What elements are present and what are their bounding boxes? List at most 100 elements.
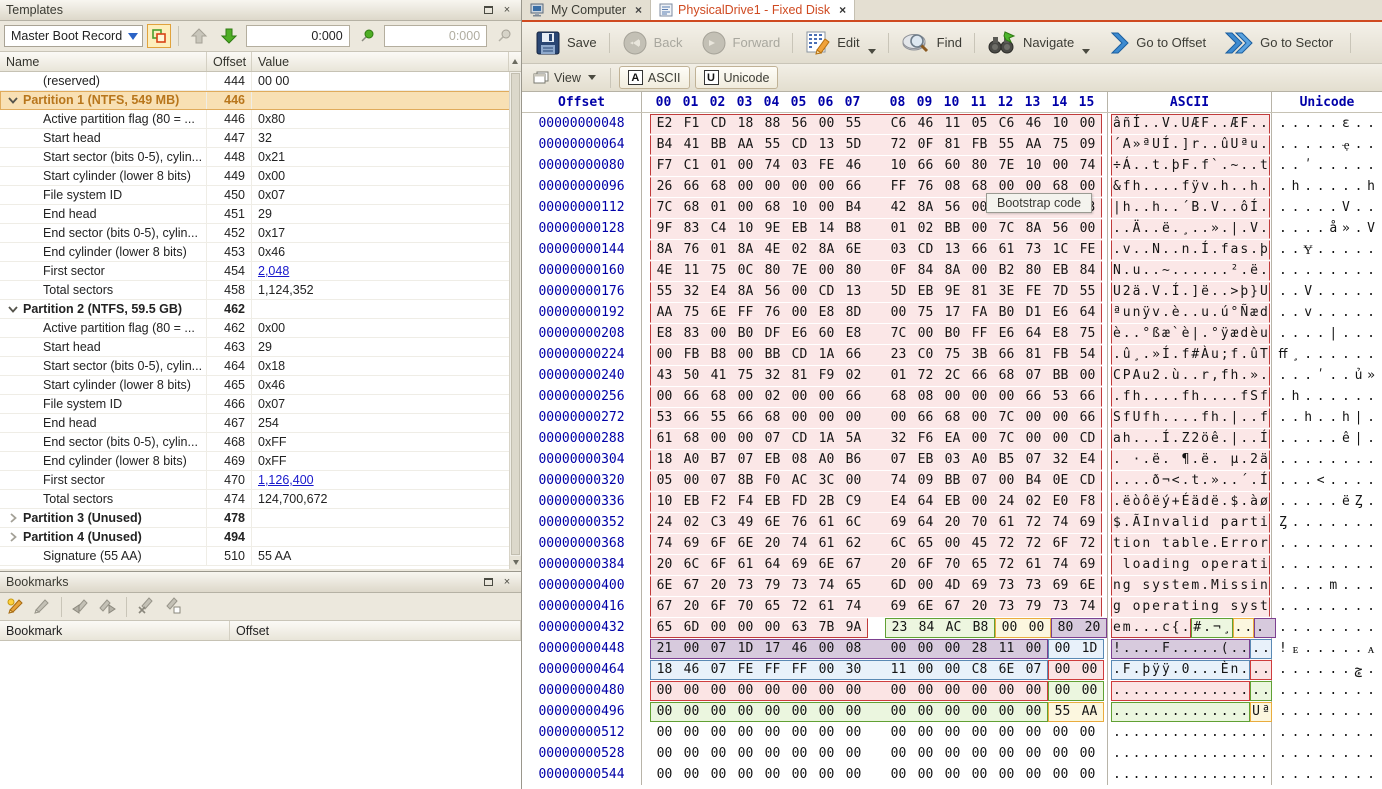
unicode-char[interactable]: .	[1277, 578, 1290, 593]
hex-byte[interactable]: 00	[1047, 725, 1074, 740]
hex-byte[interactable]: 00	[1020, 179, 1047, 194]
hex-byte[interactable]: E8	[813, 305, 840, 320]
unicode-char[interactable]: .	[1327, 641, 1340, 656]
float-panel-icon[interactable]	[480, 3, 496, 18]
ascii-char[interactable]: .	[1249, 242, 1259, 257]
ascii-char[interactable]: .	[1171, 389, 1181, 404]
hex-byte[interactable]: 64	[1074, 305, 1101, 320]
hex-byte[interactable]: 68	[939, 410, 966, 425]
ascii-char[interactable]: 2	[1190, 431, 1200, 446]
unicode-char[interactable]: .	[1365, 116, 1378, 131]
float-panel-icon[interactable]	[480, 575, 496, 590]
ascii-char[interactable]: ú	[1220, 305, 1230, 320]
ascii-char[interactable]: &	[1112, 179, 1122, 194]
hex-byte[interactable]: FF	[885, 179, 912, 194]
ascii-char[interactable]: h	[1132, 389, 1142, 404]
ascii-char[interactable]: .	[1132, 620, 1142, 635]
hex-byte[interactable]: 69	[885, 599, 912, 614]
ascii-char[interactable]: t	[1161, 536, 1171, 551]
hex-byte[interactable]: 00	[966, 704, 993, 719]
hex-byte[interactable]: 67	[651, 599, 678, 614]
ascii-char[interactable]: t	[1112, 536, 1122, 551]
ascii-char[interactable]: .	[1220, 158, 1230, 173]
hex-byte[interactable]: 00	[678, 473, 705, 488]
unicode-char[interactable]: .	[1277, 221, 1290, 236]
unicode-char[interactable]: .	[1289, 158, 1302, 173]
hex-byte[interactable]: EB	[786, 221, 813, 236]
ascii-char[interactable]: ë	[1200, 284, 1210, 299]
ascii-char[interactable]: Í	[1259, 473, 1269, 488]
ascii-char[interactable]: a	[1239, 557, 1249, 572]
hex-byte[interactable]: 75	[732, 368, 759, 383]
hex-byte[interactable]: 6F	[1047, 536, 1074, 551]
hex-byte[interactable]: B0	[732, 326, 759, 341]
unicode-char[interactable]: .	[1340, 473, 1353, 488]
hex-byte[interactable]: 66	[912, 158, 939, 173]
ascii-char[interactable]: ÿ	[1161, 662, 1171, 677]
unicode-char[interactable]: Ɏ	[1302, 242, 1315, 258]
ascii-char[interactable]: .	[1141, 389, 1151, 404]
hex-byte[interactable]: 0F	[912, 137, 939, 152]
hex-byte[interactable]: 1C	[1047, 242, 1074, 257]
unicode-char[interactable]: .	[1314, 767, 1327, 782]
ascii-char[interactable]: F	[1161, 641, 1171, 656]
unicode-char[interactable]: .	[1327, 158, 1340, 173]
unicode-char[interactable]: .	[1302, 221, 1315, 236]
ascii-char[interactable]: f	[1181, 347, 1191, 362]
hex-byte[interactable]: AC	[786, 473, 813, 488]
hex-byte[interactable]: 00	[813, 116, 840, 131]
ascii-char[interactable]: r	[1259, 536, 1269, 551]
hex-byte[interactable]: 46	[678, 662, 705, 677]
hex-byte[interactable]: 80	[966, 158, 993, 173]
hex-byte[interactable]: 00	[786, 746, 813, 761]
unicode-char[interactable]: .	[1302, 578, 1315, 593]
ascii-char[interactable]: .	[1151, 263, 1161, 278]
unicode-char[interactable]: ê	[1340, 431, 1353, 446]
hex-byte[interactable]: 30	[840, 662, 867, 677]
ascii-char[interactable]: |	[1230, 431, 1240, 446]
hex-byte[interactable]: 00	[705, 431, 732, 446]
ascii-char[interactable]: e	[1151, 599, 1161, 614]
hex-byte[interactable]: 55	[840, 116, 867, 131]
ascii-char[interactable]: ,	[1210, 368, 1220, 383]
ascii-char[interactable]: .	[1161, 704, 1171, 719]
ascii-char[interactable]: F	[1200, 116, 1210, 131]
ascii-char[interactable]: V	[1151, 284, 1161, 299]
hex-byte[interactable]: 00	[786, 284, 813, 299]
ascii-char[interactable]: .	[1210, 536, 1220, 551]
ascii-char[interactable]: .	[1122, 326, 1132, 341]
hex-byte[interactable]: 08	[840, 641, 867, 656]
unicode-char[interactable]: .	[1277, 242, 1290, 257]
hex-byte[interactable]: 76	[678, 242, 705, 257]
ascii-char[interactable]: ÿ	[1141, 305, 1151, 320]
hex-byte[interactable]: 00	[939, 704, 966, 719]
ascii-char[interactable]: .	[1112, 452, 1122, 467]
ascii-char[interactable]: ª	[1112, 305, 1122, 320]
hex-byte[interactable]: 68	[678, 431, 705, 446]
template-row[interactable]: Active partition flag (80 = ...4620x00	[0, 319, 521, 338]
ascii-char[interactable]: .	[1161, 683, 1171, 698]
hex-byte[interactable]: 00	[912, 326, 939, 341]
sector-link[interactable]: 1,126,400	[258, 473, 314, 487]
hex-byte[interactable]: 00	[813, 683, 840, 698]
hex-byte[interactable]: 88	[759, 116, 786, 131]
template-row[interactable]: First sector4701,126,400	[0, 471, 521, 490]
hex-byte[interactable]: 00	[786, 704, 813, 719]
hex-byte[interactable]: C4	[705, 221, 732, 236]
ascii-char[interactable]: .	[1190, 704, 1200, 719]
hex-byte[interactable]: FD	[786, 494, 813, 509]
unicode-char[interactable]: .	[1340, 305, 1353, 320]
hex-byte[interactable]: 20	[1079, 620, 1106, 635]
hex-byte[interactable]: 20	[885, 557, 912, 572]
hex-byte[interactable]: 61	[732, 557, 759, 572]
hex-row[interactable]: 00000000208E88300B0DFE660E87C00B0FFE664E…	[522, 323, 1382, 344]
ascii-char[interactable]: Í	[1171, 284, 1181, 299]
hex-byte[interactable]: 3B	[966, 347, 993, 362]
unicode-char[interactable]: .	[1340, 641, 1353, 656]
ascii-char[interactable]: »	[1132, 137, 1142, 152]
unicode-char[interactable]: .	[1327, 137, 1340, 152]
unicode-char[interactable]: .	[1365, 473, 1378, 488]
hex-byte[interactable]: F4	[732, 494, 759, 509]
hex-byte[interactable]: 00	[786, 410, 813, 425]
ascii-char[interactable]: .	[1249, 746, 1259, 761]
